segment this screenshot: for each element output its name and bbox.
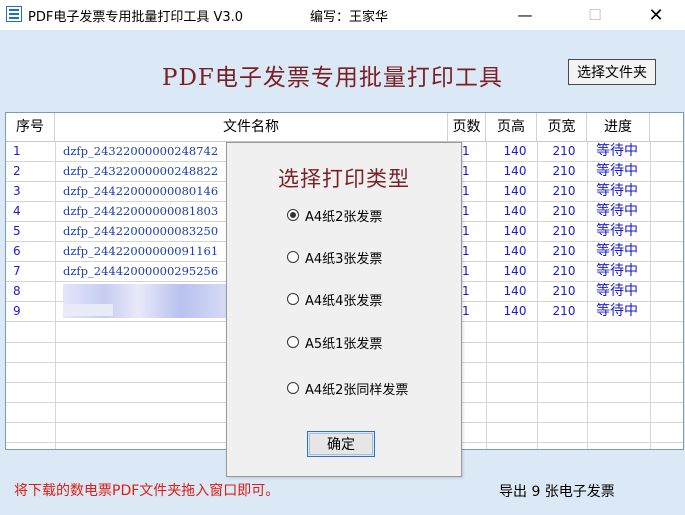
row-progress: 等待中 xyxy=(596,263,638,279)
row-filename: dzfp_24422000000080146 xyxy=(63,184,219,198)
row-index: 6 xyxy=(13,244,21,258)
row-index: 7 xyxy=(13,264,21,278)
close-button[interactable]: ✕ xyxy=(633,0,679,30)
row-pages: 1 xyxy=(462,264,470,278)
option-label: A4纸4张发票 xyxy=(305,293,383,309)
row-height: 140 xyxy=(503,144,527,158)
option-label: A4纸3张发票 xyxy=(305,251,383,267)
row-pages: 1 xyxy=(462,164,470,178)
row-pages: 1 xyxy=(462,224,470,238)
maximize-button[interactable]: ☐ xyxy=(572,0,618,30)
row-pages: 1 xyxy=(462,184,470,198)
row-filename: dzfp_24442000000295256 xyxy=(63,264,219,278)
close-icon: ✕ xyxy=(648,4,664,26)
app-heading: PDF电子发票专用批量打印工具 xyxy=(162,65,503,91)
row-height: 140 xyxy=(503,244,527,258)
row-pages: 1 xyxy=(462,244,470,258)
radio-icon[interactable] xyxy=(287,251,299,263)
column-header-progress[interactable]: 进度 xyxy=(587,113,650,141)
row-height: 140 xyxy=(503,264,527,278)
radio-selected-icon[interactable] xyxy=(287,209,299,221)
option-label: A5纸1张发票 xyxy=(305,336,383,352)
export-count: 导出 9 张电子发票 xyxy=(499,484,615,500)
confirm-button-label: 确定 xyxy=(327,437,355,453)
row-width: 210 xyxy=(552,164,576,178)
print-type-dialog: 选择打印类型 A4纸2张发票 A4纸3张发票 A4纸4张发票 A5纸1张发票 A… xyxy=(226,142,462,477)
option-a4-4[interactable]: A4纸4张发票 xyxy=(287,289,382,309)
drag-hint: 将下载的数电票PDF文件夹拖入窗口即可。 xyxy=(14,483,280,499)
row-width: 210 xyxy=(552,144,576,158)
row-index: 5 xyxy=(13,224,21,238)
column-header-index[interactable]: 序号 xyxy=(6,113,55,141)
row-progress: 等待中 xyxy=(596,223,638,239)
radio-icon[interactable] xyxy=(287,336,299,348)
dialog-title: 选择打印类型 xyxy=(278,167,410,191)
row-pages: 1 xyxy=(462,144,470,158)
maximize-icon: ☐ xyxy=(588,6,602,24)
column-header-height[interactable]: 页高 xyxy=(486,113,537,141)
row-index: 3 xyxy=(13,184,21,198)
row-height: 140 xyxy=(503,184,527,198)
row-index: 8 xyxy=(13,284,21,298)
row-filename: dzfp_24322000000248742 xyxy=(63,144,219,158)
row-progress: 等待中 xyxy=(596,203,638,219)
row-index: 9 xyxy=(13,304,21,318)
author-label: 编写：王家华 xyxy=(310,10,389,25)
row-height: 140 xyxy=(503,224,527,238)
row-filename: dzfp_24422000000083250 xyxy=(63,224,219,238)
row-width: 210 xyxy=(552,304,576,318)
row-progress: 等待中 xyxy=(596,243,638,259)
row-width: 210 xyxy=(552,244,576,258)
row-width: 210 xyxy=(552,284,576,298)
minimize-icon: — xyxy=(517,6,533,24)
row-filename: dzfp_24422000000091161 xyxy=(63,244,219,258)
row-index: 4 xyxy=(13,204,21,218)
option-a5-1[interactable]: A5纸1张发票 xyxy=(287,332,382,352)
radio-icon[interactable] xyxy=(287,382,299,394)
row-width: 210 xyxy=(552,264,576,278)
row-height: 140 xyxy=(503,304,527,318)
row-filename: dzfp_24422000000081803 xyxy=(63,204,219,218)
row-filename: dzfp_24322000000248822 xyxy=(63,164,219,178)
row-pages: 1 xyxy=(462,284,470,298)
option-a4-2-same[interactable]: A4纸2张同样发票 xyxy=(287,378,408,398)
row-height: 140 xyxy=(503,204,527,218)
option-a4-2[interactable]: A4纸2张发票 xyxy=(287,205,382,225)
row-width: 210 xyxy=(552,224,576,238)
row-height: 140 xyxy=(503,284,527,298)
title-bar: PDF电子发票专用批量打印工具 V3.0 编写：王家华 — ☐ ✕ xyxy=(0,0,685,30)
row-pages: 1 xyxy=(462,204,470,218)
row-width: 210 xyxy=(552,204,576,218)
row-width: 210 xyxy=(552,184,576,198)
row-index: 1 xyxy=(13,144,21,158)
radio-icon[interactable] xyxy=(287,293,299,305)
select-folder-button[interactable]: 选择文件夹 xyxy=(568,59,656,85)
option-label: A4纸2张同样发票 xyxy=(305,382,409,398)
app-icon xyxy=(6,6,22,22)
row-progress: 等待中 xyxy=(596,183,638,199)
row-pages: 1 xyxy=(462,304,470,318)
row-progress: 等待中 xyxy=(596,283,638,299)
column-header-width[interactable]: 页宽 xyxy=(537,113,587,141)
window-title: PDF电子发票专用批量打印工具 V3.0 xyxy=(28,10,244,25)
row-progress: 等待中 xyxy=(596,163,638,179)
row-index: 2 xyxy=(13,164,21,178)
row-height: 140 xyxy=(503,164,527,178)
column-header-pages[interactable]: 页数 xyxy=(448,113,486,141)
minimize-button[interactable]: — xyxy=(502,0,548,30)
confirm-button[interactable]: 确定 xyxy=(307,431,375,457)
option-label: A4纸2张发票 xyxy=(305,209,383,225)
list-header: 序号 文件名称 页数 页高 页宽 进度 xyxy=(6,113,683,142)
row-progress: 等待中 xyxy=(596,143,638,159)
option-a4-3[interactable]: A4纸3张发票 xyxy=(287,247,382,267)
column-header-filename[interactable]: 文件名称 xyxy=(55,113,448,141)
row-progress: 等待中 xyxy=(596,303,638,319)
